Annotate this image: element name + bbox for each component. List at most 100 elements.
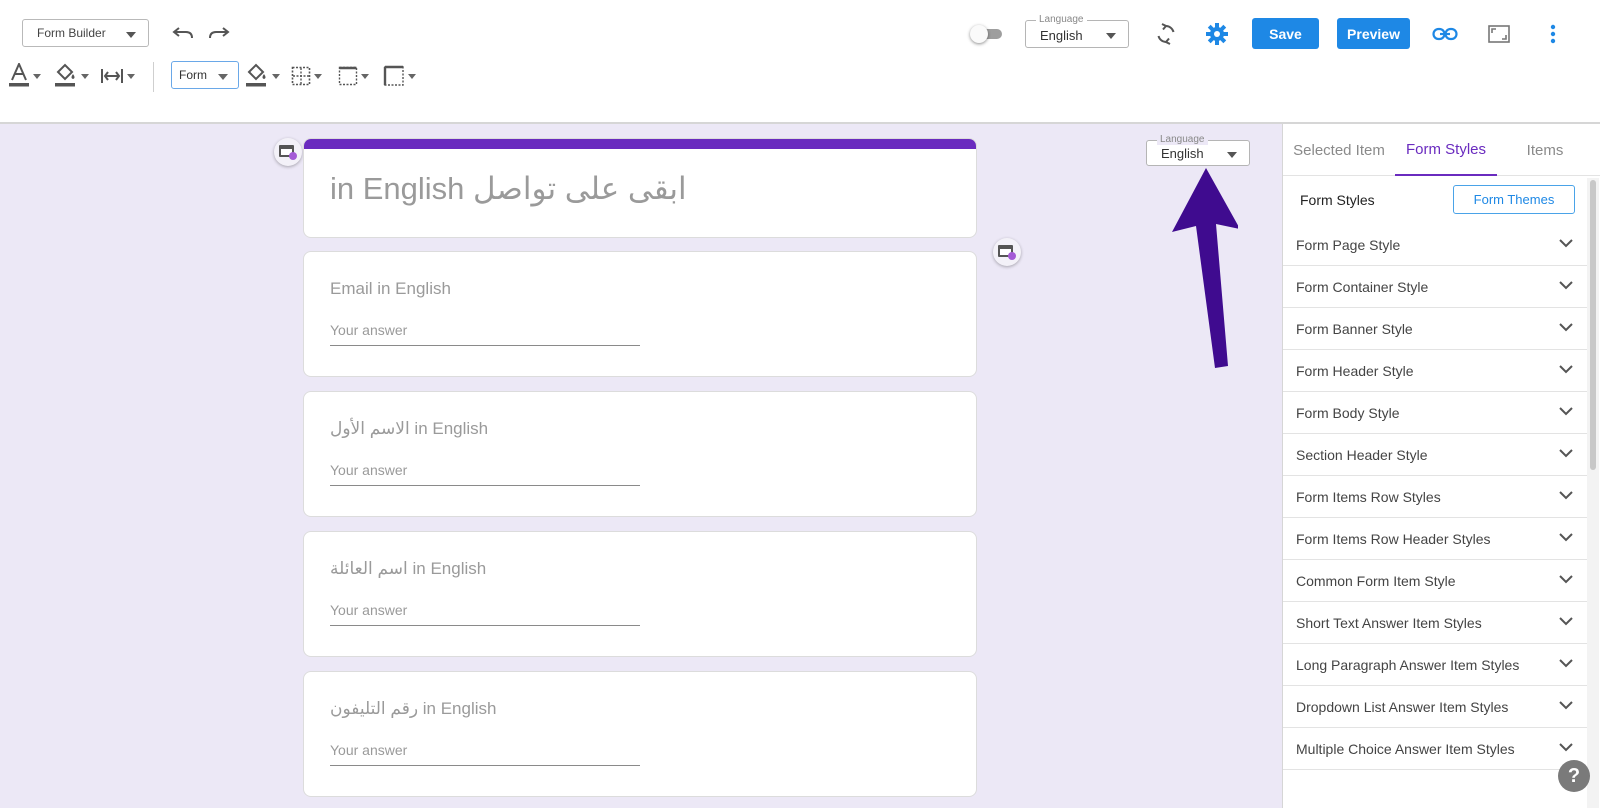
answer-input[interactable]: Your answer xyxy=(330,602,640,626)
style-section-dropdown-list[interactable]: Dropdown List Answer Item Styles xyxy=(1283,686,1587,728)
question-card[interactable]: رقم التليفون in English Your answer xyxy=(303,671,977,797)
style-section-form-body[interactable]: Form Body Style xyxy=(1283,392,1587,434)
style-section-form-container[interactable]: Form Container Style xyxy=(1283,266,1587,308)
chevron-down-icon xyxy=(1559,575,1573,584)
section-label: Dropdown List Answer Item Styles xyxy=(1296,698,1509,715)
style-panel: Selected Item Form Styles Items Form Sty… xyxy=(1282,124,1600,808)
language-value: English xyxy=(1161,146,1204,161)
chevron-down-icon xyxy=(1559,617,1573,626)
section-label: Short Text Answer Item Styles xyxy=(1296,614,1482,631)
answer-input[interactable]: Your answer xyxy=(330,322,640,346)
chevron-down-icon xyxy=(33,73,41,79)
grid-border-icon xyxy=(291,66,311,86)
form-header-card[interactable]: ابقى على تواصل in English xyxy=(303,138,977,238)
style-section-multiple-choice[interactable]: Multiple Choice Answer Item Styles xyxy=(1283,728,1587,770)
language-label: Language xyxy=(1036,14,1087,25)
tab-form-styles[interactable]: Form Styles xyxy=(1395,124,1497,176)
section-label: Form Items Row Styles xyxy=(1296,488,1441,505)
form-title[interactable]: ابقى على تواصل in English xyxy=(330,171,687,207)
dashed-border-button[interactable] xyxy=(383,60,416,92)
link-icon[interactable] xyxy=(1430,20,1460,48)
panel-scrollbar[interactable] xyxy=(1587,178,1599,808)
box-border-icon xyxy=(338,66,358,86)
chevron-down-icon xyxy=(1559,491,1573,500)
section-label: Section Header Style xyxy=(1296,446,1428,463)
form-styles-heading: Form Styles xyxy=(1300,192,1375,208)
item-settings-icon[interactable] xyxy=(993,238,1021,266)
sync-icon[interactable] xyxy=(1152,20,1180,48)
chevron-down-icon xyxy=(361,73,369,79)
question-label: Email in English xyxy=(330,279,451,298)
toggle-knob xyxy=(970,25,988,43)
expand-icon[interactable] xyxy=(1485,20,1513,48)
style-section-section-header[interactable]: Section Header Style xyxy=(1283,434,1587,476)
language-select-top[interactable]: Language English xyxy=(1025,14,1129,48)
cell-fill-button[interactable] xyxy=(245,60,280,92)
style-section-items-row[interactable]: Form Items Row Styles xyxy=(1283,476,1587,518)
answer-input[interactable]: Your answer xyxy=(330,462,640,486)
more-vert-icon[interactable] xyxy=(1542,20,1564,48)
chevron-down-icon xyxy=(1559,281,1573,290)
style-section-form-banner[interactable]: Form Banner Style xyxy=(1283,308,1587,350)
text-color-icon xyxy=(9,63,29,87)
chevron-down-icon xyxy=(1559,365,1573,374)
toggle-switch[interactable] xyxy=(970,25,1004,43)
box-border-button[interactable] xyxy=(338,60,369,92)
tab-selected-item[interactable]: Selected Item xyxy=(1283,124,1395,176)
style-section-items-row-header[interactable]: Form Items Row Header Styles xyxy=(1283,518,1587,560)
style-sections-list: Form Page Style Form Container Style For… xyxy=(1283,224,1587,770)
text-color-button[interactable] xyxy=(8,60,41,92)
answer-input[interactable]: Your answer xyxy=(330,742,640,766)
redo-icon[interactable] xyxy=(206,22,232,44)
chevron-down-icon xyxy=(1227,152,1237,158)
spacing-icon xyxy=(101,69,123,83)
answer-placeholder: Your answer xyxy=(330,602,408,618)
help-button[interactable]: ? xyxy=(1558,760,1590,792)
chevron-down-icon xyxy=(408,73,416,79)
scope-dropdown[interactable]: Form xyxy=(171,61,239,89)
language-select-form[interactable]: Language English xyxy=(1146,134,1250,166)
dashed-border-icon xyxy=(383,65,404,86)
style-section-long-paragraph[interactable]: Long Paragraph Answer Item Styles xyxy=(1283,644,1587,686)
style-section-form-header[interactable]: Form Header Style xyxy=(1283,350,1587,392)
section-label: Form Page Style xyxy=(1296,236,1401,253)
section-label: Form Items Row Header Styles xyxy=(1296,530,1491,547)
toolbar-divider xyxy=(153,62,154,92)
chevron-down-icon xyxy=(1559,407,1573,416)
style-section-form-page[interactable]: Form Page Style xyxy=(1283,224,1587,266)
style-section-short-text[interactable]: Short Text Answer Item Styles xyxy=(1283,602,1587,644)
panel-tabs: Selected Item Form Styles Items xyxy=(1283,124,1600,176)
language-value: English xyxy=(1040,28,1083,43)
answer-placeholder: Your answer xyxy=(330,742,408,758)
style-section-common-item[interactable]: Common Form Item Style xyxy=(1283,560,1587,602)
form-styles-header: Form Styles Form Themes xyxy=(1283,176,1587,224)
gear-icon[interactable] xyxy=(1203,20,1231,48)
form-settings-icon[interactable] xyxy=(274,138,302,166)
chevron-down-icon xyxy=(1559,533,1573,542)
answer-placeholder: Your answer xyxy=(330,462,408,478)
section-label: Long Paragraph Answer Item Styles xyxy=(1296,656,1520,673)
question-label: رقم التليفون in English xyxy=(330,699,497,718)
form-themes-button[interactable]: Form Themes xyxy=(1453,185,1575,214)
preview-button[interactable]: Preview xyxy=(1337,18,1410,49)
undo-icon[interactable] xyxy=(170,22,196,44)
question-card[interactable]: الاسم الأول in English Your answer xyxy=(303,391,977,517)
scrollbar-thumb[interactable] xyxy=(1590,180,1596,470)
mode-dropdown[interactable]: Form Builder xyxy=(22,19,149,47)
chevron-down-icon xyxy=(218,74,228,80)
spacing-button[interactable] xyxy=(100,60,135,92)
section-label: Common Form Item Style xyxy=(1296,572,1456,589)
question-card[interactable]: Email in English Your answer xyxy=(303,251,977,377)
tab-items[interactable]: Items xyxy=(1497,124,1593,176)
chevron-down-icon xyxy=(1559,449,1573,458)
question-card[interactable]: اسم العائلة in English Your answer xyxy=(303,531,977,657)
chevron-down-icon xyxy=(314,73,322,79)
save-button[interactable]: Save xyxy=(1252,18,1319,49)
fill-color-icon xyxy=(55,63,75,87)
fill-color-button[interactable] xyxy=(54,60,89,92)
grid-border-button[interactable] xyxy=(291,60,322,92)
answer-placeholder: Your answer xyxy=(330,322,408,338)
cell-fill-icon xyxy=(246,63,266,87)
chevron-down-icon xyxy=(127,73,135,79)
language-label: Language xyxy=(1157,134,1208,145)
